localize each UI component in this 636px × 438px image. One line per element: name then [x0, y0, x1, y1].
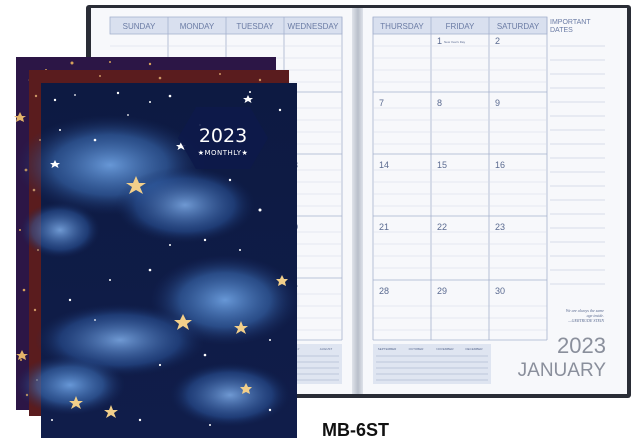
cover-subtitle: ★MONTHLY★	[198, 149, 249, 157]
page-month: JANUARY	[518, 360, 607, 381]
date-saturday-1: 2	[495, 36, 500, 46]
date-saturday-5: 30	[495, 286, 505, 296]
date-thursday-4: 28	[379, 286, 389, 296]
date-friday-1: 1	[437, 36, 442, 46]
day-header-friday: FRIDAY	[446, 22, 475, 31]
quote-author: —GERTRUDE STEIN	[567, 318, 604, 323]
mini-month-october: OCTOBER	[409, 347, 425, 351]
day-header-tuesday: TUESDAY	[236, 22, 274, 31]
important-dates-heading: IMPORTANT	[550, 19, 591, 26]
date-friday-3: 15	[437, 160, 447, 170]
day-header-thursday: THURSDAY	[380, 22, 424, 31]
mini-month-september: SEPTEMBER	[378, 347, 397, 351]
mini-month-december: DECEMBER	[465, 347, 483, 351]
mini-month-november: NOVEMBER	[436, 347, 454, 351]
date-friday-2: 8	[437, 98, 442, 108]
date-friday-5: 29	[437, 286, 447, 296]
day-header-saturday: SATURDAY	[497, 22, 540, 31]
day-header-monday: MONDAY	[180, 22, 215, 31]
important-dates-heading-2: DATES	[550, 27, 573, 34]
date-saturday-2: 9	[495, 98, 500, 108]
page-year: 2023	[557, 333, 606, 358]
day-header-wednesday: WEDNESDAY	[288, 22, 340, 31]
right-mini-calendars: SEPTEMBER OCTOBER NOVEMBER DECEMBER	[373, 344, 491, 384]
day-header-sunday: SUNDAY	[123, 22, 156, 31]
holiday-note: New Year's Day	[444, 40, 466, 44]
mini-month-august: AUGUST	[320, 347, 333, 351]
model-code: MB-6ST	[322, 420, 389, 438]
date-friday-4: 22	[437, 222, 447, 232]
product-photo: SUNDAY MONDAY TUESDAY WEDNESDAY 6 13 20 …	[14, 5, 631, 438]
date-thursday-1: 7	[379, 98, 384, 108]
date-thursday-3: 21	[379, 222, 389, 232]
date-thursday-2: 14	[379, 160, 389, 170]
planner-spine	[352, 8, 364, 394]
cover-year: 2023	[199, 125, 247, 147]
date-saturday-3: 16	[495, 160, 505, 170]
cover-front-navy: 2023 ★MONTHLY★	[15, 83, 300, 438]
date-saturday-4: 23	[495, 222, 505, 232]
